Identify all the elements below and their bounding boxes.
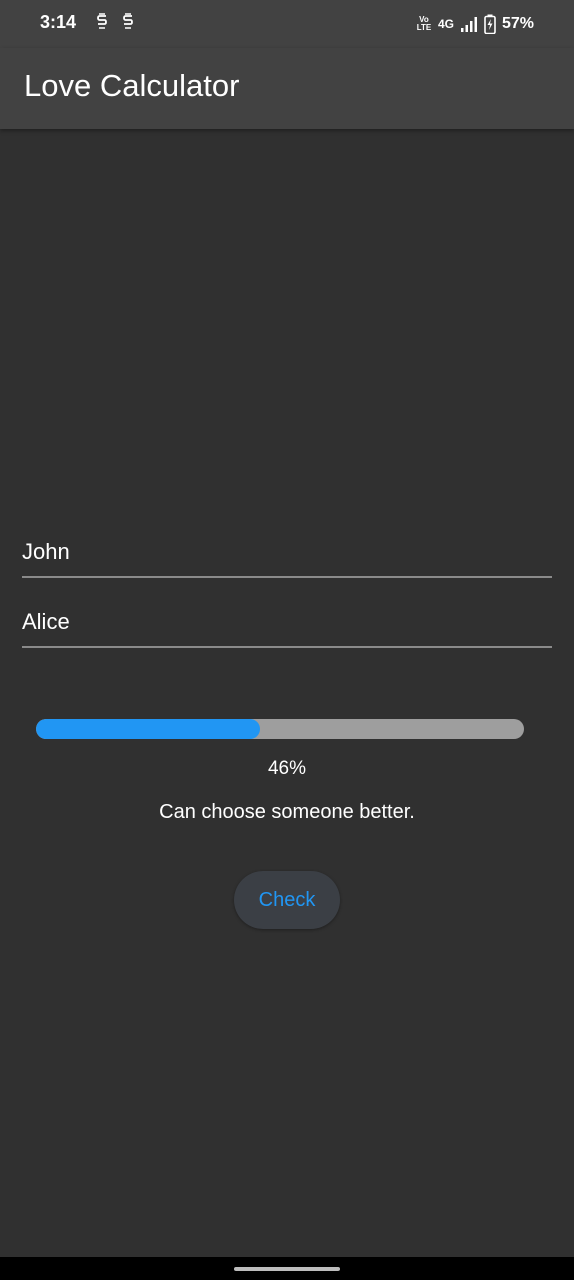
app-screen: 3:14 Vo LTE 4G 57% Love Calculator John … [0, 0, 574, 1280]
love-progress-bar [36, 719, 524, 739]
name2-field[interactable] [22, 598, 552, 648]
home-gesture-handle[interactable] [234, 1267, 340, 1271]
volte-indicator: Vo LTE [416, 15, 432, 32]
network-type-label: 4G [437, 17, 454, 31]
app-title: Love Calculator [24, 68, 240, 103]
name2-input[interactable] [22, 598, 552, 646]
result-message: Can choose someone better. [159, 801, 415, 823]
name1-input[interactable] [22, 528, 552, 576]
signal-icon [460, 17, 477, 32]
status-time: 3:14 [40, 12, 77, 32]
name1-field[interactable] [22, 528, 552, 578]
love-percent: 46% [267, 758, 307, 779]
s-logo-icon [123, 13, 133, 29]
navigation-bar [0, 1257, 574, 1280]
app-bar: Love Calculator [0, 48, 574, 129]
status-indicators: Vo LTE 4G 57% [416, 12, 534, 36]
s-logo-icon [97, 13, 107, 29]
check-button[interactable]: Check [234, 871, 340, 929]
status-bar: 3:14 Vo LTE 4G 57% [0, 0, 574, 48]
battery-percent: 57% [501, 15, 534, 32]
love-progress-fill [36, 719, 261, 739]
battery-charging-icon [484, 14, 496, 34]
